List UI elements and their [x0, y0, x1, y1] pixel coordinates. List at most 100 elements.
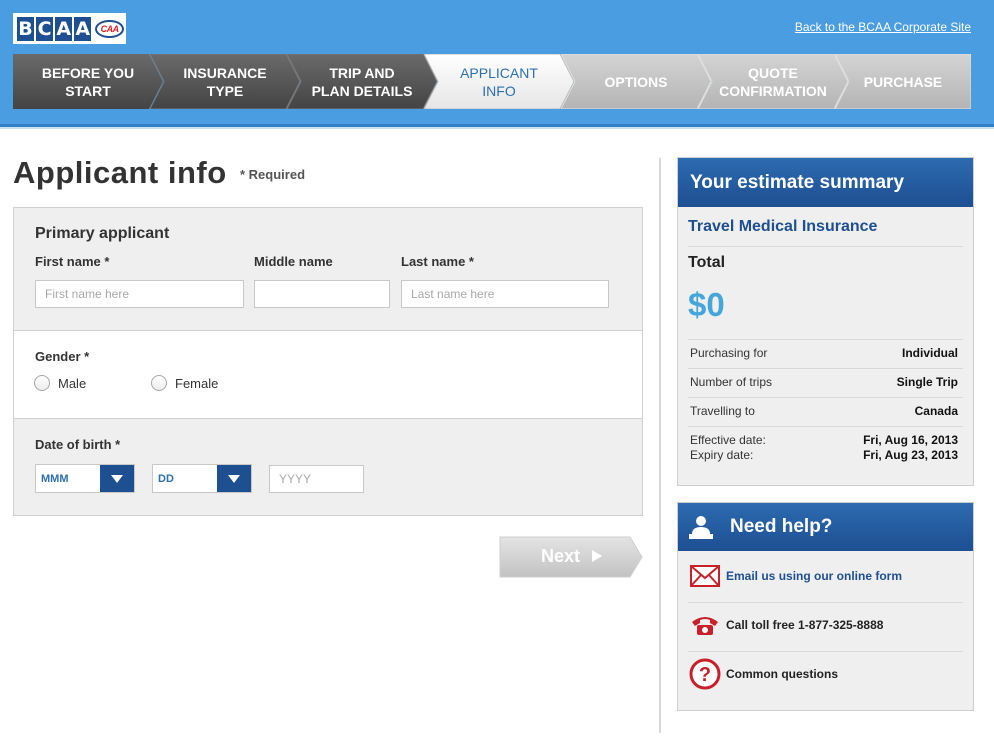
step-before-you-start[interactable]: BEFORE YOU START [13, 54, 163, 109]
radio-circle[interactable] [34, 375, 50, 391]
phone-icon [688, 608, 722, 642]
summary-row-value: Single Trip [896, 375, 958, 389]
step-label: QUOTE [748, 64, 798, 81]
faq-help-text[interactable]: Common questions [726, 667, 838, 681]
email-help-row[interactable]: Email us using our online form [688, 556, 963, 596]
svg-text:?: ? [699, 664, 711, 686]
faq-help-row[interactable]: ? Common questions [688, 654, 963, 694]
summary-row-label: Effective date: [690, 433, 766, 447]
site-header: B C A A CAA Back to the BCAA Corporate S… [0, 0, 994, 127]
step-label: PURCHASE [863, 73, 943, 90]
dob-month-select[interactable]: MMM [35, 464, 135, 493]
logo-letter: C [36, 16, 54, 41]
question-icon: ? [688, 657, 722, 691]
summary-title: Your estimate summary [678, 158, 973, 207]
support-agent-icon [689, 516, 713, 539]
summary-row-value: Canada [914, 404, 958, 418]
summary-row-label: Expiry date: [690, 448, 754, 462]
summary-row-value: Individual [901, 346, 958, 360]
summary-row: Effective date: Fri, Aug 16, 2013 [690, 433, 958, 447]
step-label: CONFIRMATION [719, 82, 827, 99]
chevron-down-icon[interactable] [217, 465, 251, 492]
summary-divider [688, 426, 963, 427]
required-note: * Required [240, 167, 306, 182]
estimate-summary-panel: Your estimate summary Travel Medical Ins… [677, 157, 974, 486]
corporate-site-link[interactable]: Back to the BCAA Corporate Site [795, 20, 971, 34]
step-quote-confirmation[interactable]: QUOTE CONFIRMATION [698, 54, 848, 109]
help-title: Need help? [730, 516, 833, 537]
step-label: TYPE [206, 82, 244, 99]
summary-divider [688, 368, 963, 369]
middle-name-input[interactable] [254, 280, 390, 308]
gender-male-radio[interactable]: Male [34, 375, 86, 391]
logo-letter: A [74, 16, 92, 41]
radio-circle[interactable] [151, 375, 167, 391]
summary-row: Travelling to Canada [690, 404, 958, 418]
radio-label: Male [58, 375, 87, 391]
next-button[interactable]: Next [498, 536, 644, 578]
step-insurance-type[interactable]: INSURANCE TYPE [150, 54, 300, 109]
radio-label: Female [175, 375, 219, 391]
step-label: OPTIONS [604, 73, 668, 90]
help-divider [688, 651, 963, 652]
summary-row-label: Travelling to [690, 404, 755, 418]
summary-total-value: $0 [688, 286, 725, 323]
summary-product: Travel Medical Insurance [688, 218, 878, 235]
step-trip-and-plan-details[interactable]: TRIP AND PLAN DETAILS [287, 54, 437, 109]
last-name-label: Last name * [401, 254, 474, 269]
progress-steps: BEFORE YOU START INSURANCE TYPE TRIP AND PL… [13, 54, 971, 109]
header-divider [0, 127, 994, 129]
summary-divider [688, 339, 963, 340]
dob-label: Date of birth * [35, 437, 121, 452]
help-divider [688, 602, 963, 603]
email-help-link[interactable]: Email us using our online form [726, 569, 902, 583]
gender-section: Gender * Male Female [14, 331, 642, 419]
step-label: TRIP AND [329, 64, 395, 81]
summary-total-label: Total [688, 254, 726, 271]
date-of-birth-section: Date of birth * MMM DD [14, 419, 642, 515]
select-value: MMM [41, 473, 69, 485]
summary-row: Expiry date: Fri, Aug 23, 2013 [690, 448, 958, 462]
help-header: Need help? [678, 503, 973, 551]
summary-row-label: Purchasing for [690, 346, 768, 360]
phone-help-row: Call toll free 1-877-325-8888 [688, 605, 963, 645]
chevron-down-icon[interactable] [100, 465, 134, 492]
primary-applicant-section: Primary applicant First name * Middle na… [14, 208, 642, 331]
last-name-input[interactable] [401, 280, 609, 308]
middle-name-label: Middle name [254, 254, 333, 269]
logo-letter: B [17, 16, 35, 41]
next-button-label: Next [541, 546, 581, 566]
select-value: DD [158, 473, 174, 485]
envelope-icon [688, 559, 722, 593]
page-title: Applicant info [13, 155, 227, 190]
applicant-form: Primary applicant First name * Middle na… [13, 207, 643, 516]
gender-label: Gender * [35, 349, 90, 364]
logo-letter: A [55, 16, 73, 41]
dob-day-select[interactable]: DD [152, 464, 252, 493]
step-purchase[interactable]: PURCHASE [835, 54, 971, 109]
summary-row-label: Number of trips [690, 375, 773, 389]
caa-badge: CAA [95, 19, 124, 38]
need-help-panel: Need help? Email us using our online for… [677, 502, 974, 711]
gender-female-radio[interactable]: Female [151, 375, 218, 391]
summary-row: Number of trips Single Trip [690, 375, 958, 389]
summary-row-value: Fri, Aug 23, 2013 [863, 448, 958, 462]
phone-help-text: Call toll free 1-877-325-8888 [726, 618, 884, 632]
summary-row: Purchasing for Individual [690, 346, 958, 360]
dob-year-input[interactable] [269, 465, 364, 493]
summary-row-value: Fri, Aug 16, 2013 [863, 433, 958, 447]
step-label: APPLICANT [460, 64, 538, 81]
summary-divider [688, 246, 963, 247]
step-applicant-info[interactable]: APPLICANT INFO [424, 54, 574, 109]
step-label: INFO [482, 82, 516, 99]
caa-badge-text: CAA [100, 23, 120, 34]
first-name-input[interactable] [35, 280, 244, 308]
step-label: START [65, 82, 111, 99]
first-name-label: First name * [35, 254, 110, 269]
step-label: INSURANCE [183, 64, 267, 81]
bcaa-logo[interactable]: B C A A CAA [13, 13, 126, 44]
column-divider [659, 158, 661, 733]
step-options[interactable]: OPTIONS [561, 54, 711, 109]
section-title: Primary applicant [35, 225, 170, 242]
summary-divider [688, 397, 963, 398]
